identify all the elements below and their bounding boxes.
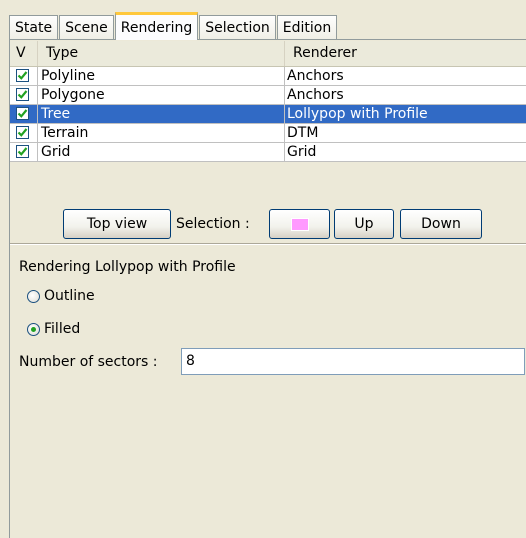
tab-scene[interactable]: Scene bbox=[59, 15, 114, 39]
visibility-checkbox[interactable] bbox=[16, 145, 29, 158]
tab-rendering[interactable]: Rendering bbox=[114, 12, 199, 40]
visibility-checkbox[interactable] bbox=[16, 107, 29, 120]
renderer-cell[interactable]: Grid bbox=[285, 143, 526, 161]
radio-selected-dot bbox=[31, 326, 36, 332]
type-cell: Grid bbox=[38, 143, 285, 161]
type-cell: Polyline bbox=[38, 67, 285, 85]
tab-edition[interactable]: Edition bbox=[276, 15, 338, 39]
check-icon bbox=[17, 128, 28, 137]
renderer-cell[interactable]: Anchors bbox=[285, 86, 526, 104]
table-row-selected[interactable]: Tree Lollypop with Profile bbox=[10, 105, 526, 124]
renderer-cell[interactable]: Lollypop with Profile bbox=[285, 105, 526, 123]
column-header-visible[interactable]: V bbox=[10, 41, 38, 66]
move-up-button[interactable]: Up bbox=[334, 209, 394, 239]
top-view-button[interactable]: Top view bbox=[63, 209, 171, 239]
check-icon bbox=[17, 109, 28, 118]
check-icon bbox=[17, 147, 28, 156]
table-row[interactable]: Polyline Anchors bbox=[10, 67, 526, 86]
type-cell: Polygone bbox=[38, 86, 285, 104]
visibility-cell bbox=[10, 67, 38, 85]
filled-radio[interactable] bbox=[27, 322, 40, 336]
selection-label: Selection : bbox=[176, 216, 250, 232]
visibility-cell bbox=[10, 124, 38, 142]
outline-label: Outline bbox=[44, 288, 95, 304]
visibility-checkbox[interactable] bbox=[16, 126, 29, 139]
renderer-cell[interactable]: DTM bbox=[285, 124, 526, 142]
visibility-cell bbox=[10, 143, 38, 161]
layer-table: V Type Renderer Polyline Anchors Polygon… bbox=[10, 41, 526, 180]
check-icon bbox=[17, 71, 28, 80]
visibility-cell bbox=[10, 86, 38, 104]
visibility-checkbox[interactable] bbox=[16, 88, 29, 101]
table-row[interactable]: Terrain DTM bbox=[10, 124, 526, 143]
selection-color-swatch bbox=[290, 217, 309, 231]
table-row[interactable]: Polygone Anchors bbox=[10, 86, 526, 105]
table-header: V Type Renderer bbox=[10, 41, 526, 67]
filled-option[interactable]: Filled bbox=[27, 321, 80, 337]
outline-radio[interactable] bbox=[27, 289, 40, 303]
type-cell: Terrain bbox=[38, 124, 285, 142]
sectors-label: Number of sectors : bbox=[19, 354, 158, 370]
table-row[interactable]: Grid Grid bbox=[10, 143, 526, 162]
type-cell: Tree bbox=[38, 105, 285, 123]
selection-color-button[interactable] bbox=[269, 209, 330, 239]
column-header-renderer[interactable]: Renderer bbox=[285, 41, 526, 66]
rendering-window: State Scene Rendering Selection Edition … bbox=[0, 0, 526, 538]
tab-state[interactable]: State bbox=[9, 15, 59, 39]
filled-label: Filled bbox=[44, 321, 81, 337]
table-toolbar: Top view Selection : Up Down bbox=[10, 207, 526, 241]
visibility-cell bbox=[10, 105, 38, 123]
rendering-panel: V Type Renderer Polyline Anchors Polygon… bbox=[9, 39, 526, 538]
sectors-input[interactable]: 8 bbox=[181, 348, 525, 375]
tab-selection[interactable]: Selection bbox=[199, 15, 276, 39]
column-header-type[interactable]: Type bbox=[38, 41, 285, 66]
section-divider bbox=[10, 243, 526, 245]
renderer-options-title: Rendering Lollypop with Profile bbox=[19, 259, 236, 275]
outline-option[interactable]: Outline bbox=[27, 288, 95, 304]
check-icon bbox=[17, 90, 28, 99]
table-body: Polyline Anchors Polygone Anchors Tree L… bbox=[10, 67, 526, 162]
visibility-checkbox[interactable] bbox=[16, 69, 29, 82]
renderer-cell[interactable]: Anchors bbox=[285, 67, 526, 85]
tab-bar: State Scene Rendering Selection Edition bbox=[9, 12, 338, 40]
move-down-button[interactable]: Down bbox=[400, 209, 482, 239]
